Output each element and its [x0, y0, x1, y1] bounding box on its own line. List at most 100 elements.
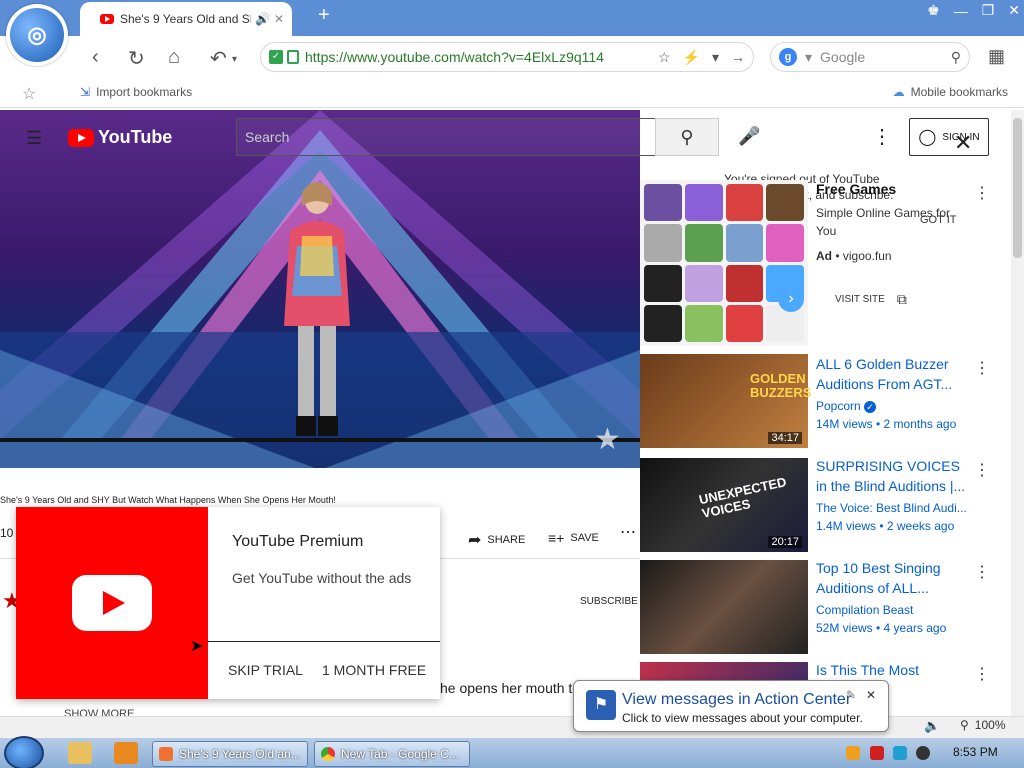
balloon-close-icon[interactable]: ✕ — [866, 688, 876, 702]
taskbar-task-browser[interactable]: She's 9 Years Old an... — [152, 741, 308, 767]
taskbar-task-chrome[interactable]: New Tab - Google C... — [314, 741, 470, 767]
ad-description: Simple Online Games for You — [816, 206, 951, 238]
carousel-next-icon[interactable]: › — [778, 286, 804, 312]
pin-icon[interactable]: ✎ — [846, 688, 856, 702]
youtube-search-input[interactable]: Search — [236, 118, 656, 156]
game-tile — [725, 264, 764, 302]
rec-channel[interactable]: Compilation Beast — [816, 603, 913, 617]
go-arrow-icon[interactable]: → — [731, 49, 745, 65]
url-text[interactable]: https://www.youtube.com/watch?v=4ElxLz9q… — [305, 49, 646, 65]
new-tab-button[interactable]: + — [318, 4, 330, 27]
rec-channel-row[interactable]: Popcorn ✓ — [816, 399, 877, 413]
bookmark-star-icon[interactable]: ☆ — [22, 84, 36, 104]
rec-duration: 34:17 — [768, 432, 802, 444]
mobile-bookmarks-link[interactable]: ☁ Mobile bookmarks — [893, 85, 1008, 99]
hamburger-menu-icon[interactable]: ☰ — [26, 128, 42, 149]
verified-icon: ✓ — [864, 401, 877, 413]
import-icon: ⇲ — [80, 85, 91, 99]
lightning-icon[interactable]: ⚡ — [683, 49, 700, 66]
save-button[interactable]: ≡+ SAVE — [548, 530, 599, 546]
rec-thumbnail[interactable]: UNEXPECTED VOICES 20:17 — [640, 458, 808, 552]
balloon-title[interactable]: View messages in Action Center — [622, 691, 851, 709]
ad-domain: vigoo.fun — [842, 249, 892, 263]
ad-thumbnail[interactable] — [640, 180, 808, 346]
game-tile — [684, 224, 723, 262]
search-icon[interactable]: ⚲ — [951, 49, 961, 66]
file-explorer-icon[interactable] — [68, 742, 92, 764]
ad-badge: Ad — [816, 249, 832, 263]
browser-logo[interactable]: ◎ — [6, 4, 68, 66]
search-input[interactable]: Google — [820, 49, 951, 65]
scrollbar-thumb[interactable] — [1013, 118, 1022, 258]
tab-close-icon[interactable]: ✕ — [274, 12, 284, 26]
rec-title[interactable]: ALL 6 Golden Buzzer Auditions From AGT..… — [816, 354, 968, 394]
game-tile — [644, 184, 682, 222]
skip-trial-button[interactable]: SKIP TRIAL — [228, 662, 303, 678]
start-button[interactable] — [4, 736, 44, 768]
zoom-control[interactable]: ⚲ 100% — [960, 718, 1006, 732]
sign-in-button[interactable]: ◯ SIGN IN — [909, 118, 989, 156]
visit-site-button[interactable]: VISIT SITE ⧉ — [835, 291, 907, 308]
chrome-icon — [321, 747, 335, 761]
game-tile — [725, 184, 764, 222]
browser-tab-active[interactable]: She's 9 Years Old and SH 🔊 ✕ — [80, 2, 292, 36]
rec-meta: 1.4M views • 2 weeks ago — [816, 519, 955, 533]
lock-icon — [287, 50, 299, 64]
mobile-bookmarks-label: Mobile bookmarks — [910, 85, 1008, 99]
search-engine-box[interactable]: g ▾ Google ⚲ — [770, 42, 970, 72]
rec-thumbnail[interactable]: GOLDEN BUZZERS 34:17 — [640, 354, 811, 448]
playlist-add-icon: ≡+ — [548, 530, 565, 546]
tab-audio-icon[interactable]: 🔊 — [255, 12, 270, 26]
undo-icon[interactable]: ↶ — [210, 46, 227, 71]
back-icon[interactable]: ‹ — [92, 46, 99, 69]
ad-title[interactable]: Free Games — [816, 181, 896, 197]
network-tray-icon[interactable] — [893, 746, 907, 760]
search-tray-icon[interactable] — [846, 746, 860, 760]
settings-dots-icon[interactable]: ⋮ — [872, 124, 892, 149]
speaker-icon[interactable]: 🔈 — [924, 718, 940, 734]
close-icon[interactable]: ✕ — [954, 130, 972, 156]
rec-channel[interactable]: The Voice: Best Blind Audi... — [816, 501, 967, 515]
rec-title[interactable]: Top 10 Best Singing Auditions of ALL... — [816, 558, 968, 598]
subscribe-button[interactable]: SUBSCRIBE — [580, 596, 638, 607]
reload-icon[interactable]: ↻ — [128, 46, 145, 71]
rec-thumbnail[interactable] — [640, 560, 808, 654]
share-icon: ➦ — [468, 532, 482, 549]
youtube-logo[interactable]: YouTube — [68, 127, 172, 148]
rec-channel: Popcorn — [816, 399, 861, 413]
more-actions-icon[interactable]: ⋯ — [620, 522, 636, 542]
url-dropdown-icon[interactable]: ▾ — [712, 49, 719, 66]
import-bookmarks-link[interactable]: ⇲ Import bookmarks — [80, 85, 192, 99]
rec-meta: 14M views • 2 months ago — [816, 417, 957, 431]
bookmark-star-icon[interactable]: ☆ — [658, 49, 671, 66]
rec-menu-icon[interactable]: ⋮ — [974, 460, 990, 480]
share-button[interactable]: ➦ SHARE — [468, 530, 525, 550]
month-free-button[interactable]: 1 MONTH FREE — [322, 662, 426, 678]
volume-tray-icon[interactable] — [916, 746, 930, 760]
address-bar[interactable]: ✓ https://www.youtube.com/watch?v=4ElxLz… — [260, 42, 754, 72]
video-player[interactable]: ★ — [0, 110, 640, 468]
home-icon[interactable]: ⌂ — [168, 46, 180, 69]
rec-menu-icon[interactable]: ⋮ — [974, 562, 990, 582]
rec-menu-icon[interactable]: ⋮ — [974, 664, 990, 684]
youtube-play-icon — [72, 575, 152, 631]
youtube-search-button[interactable]: ⚲ — [655, 118, 719, 156]
search-engine-dropdown-icon[interactable]: ▾ — [805, 49, 812, 66]
media-player-icon[interactable] — [114, 742, 138, 764]
close-button[interactable]: ✕ — [1008, 2, 1020, 19]
apps-grid-icon[interactable]: ▦ — [988, 46, 1005, 67]
rec-title[interactable]: SURPRISING VOICES in the Blind Auditions… — [816, 456, 968, 496]
ad-menu-icon[interactable]: ⋮ — [974, 183, 990, 203]
undo-dropdown-icon[interactable]: ▾ — [232, 54, 237, 65]
taskbar-clock[interactable]: 8:53 PM — [953, 745, 998, 759]
rec-menu-icon[interactable]: ⋮ — [974, 358, 990, 378]
skin-icon[interactable]: ♚ — [927, 2, 940, 19]
zoom-icon: ⚲ — [960, 718, 969, 732]
microphone-icon[interactable]: 🎤 — [738, 126, 760, 147]
minimize-button[interactable]: — — [954, 3, 968, 19]
maximize-button[interactable]: ❐ — [982, 2, 995, 19]
action-center-tray-icon[interactable] — [870, 746, 884, 760]
share-label: SHARE — [487, 534, 526, 546]
premium-divider — [208, 641, 440, 642]
visit-site-label: VISIT SITE — [835, 294, 885, 305]
